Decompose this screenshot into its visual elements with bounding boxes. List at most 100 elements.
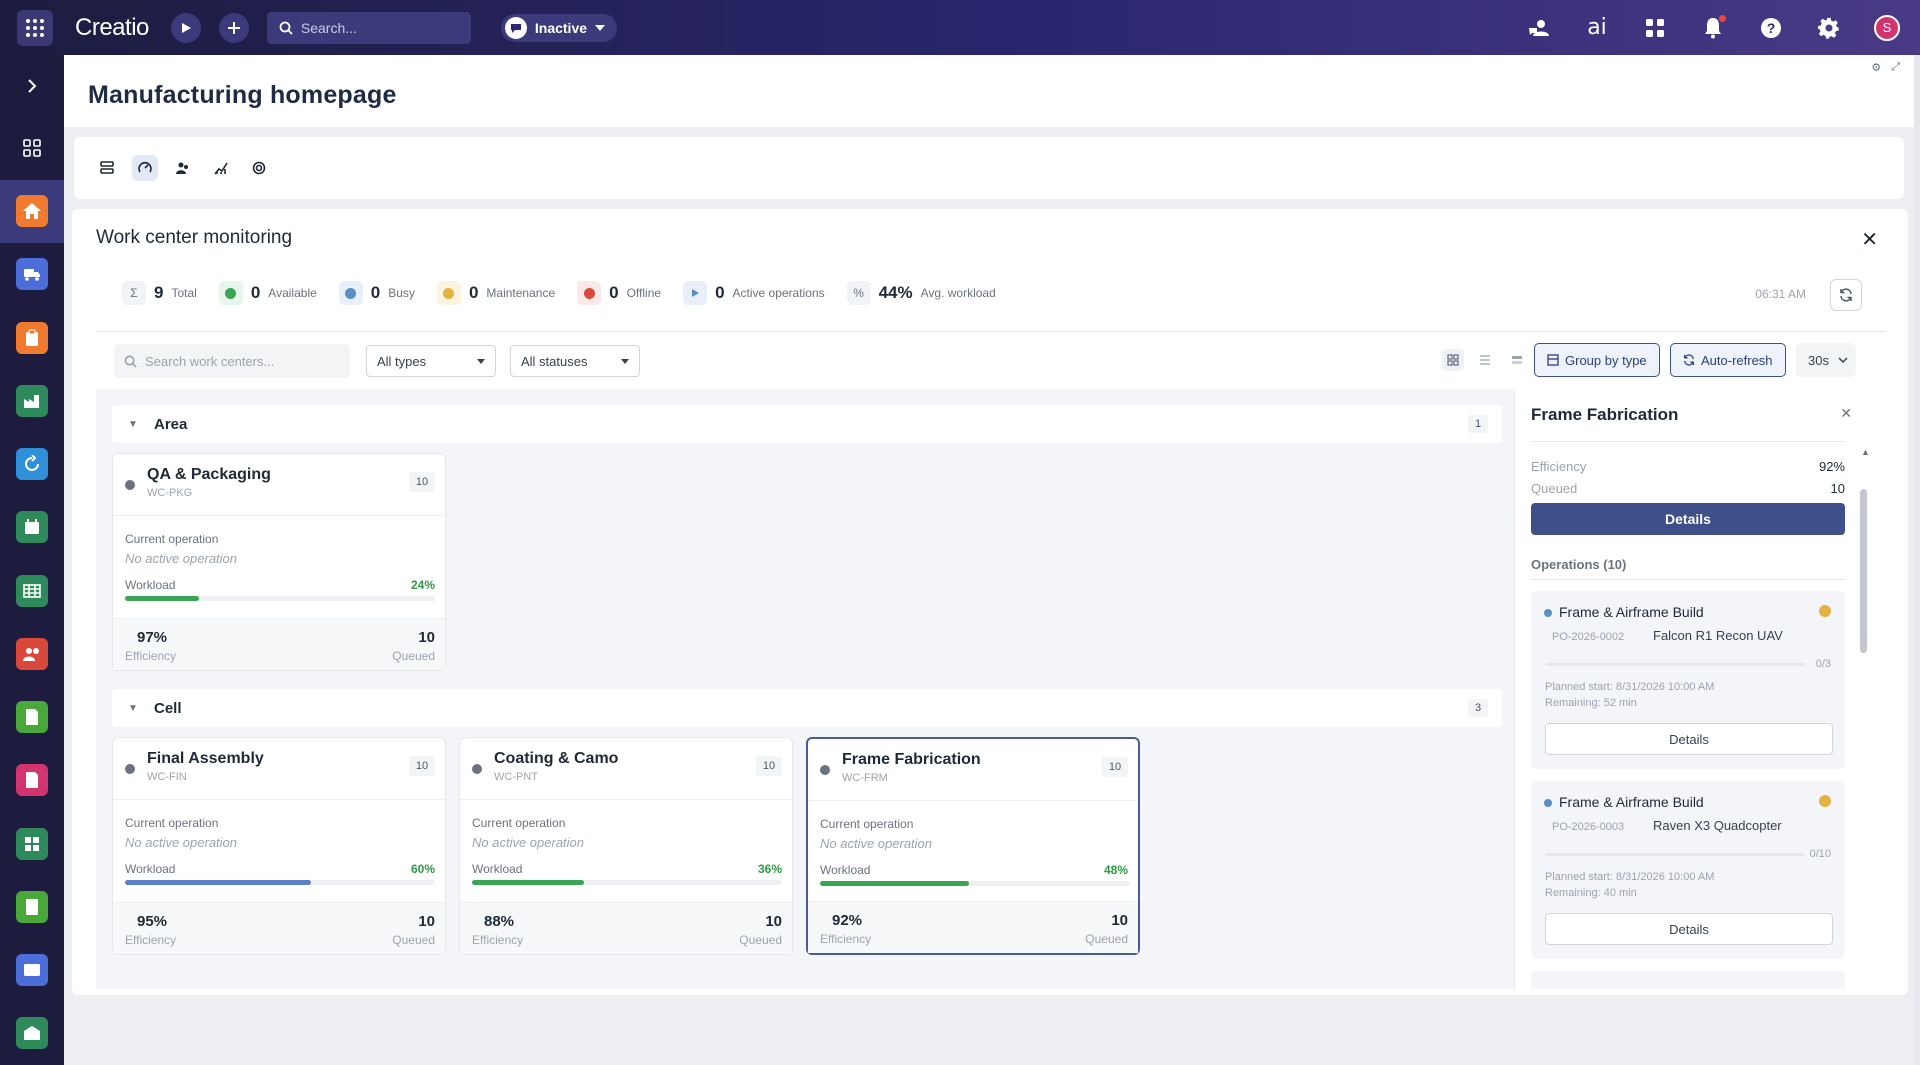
status-select-value: All statuses [521,353,588,369]
refresh-button[interactable] [1830,279,1862,311]
operation-status-dot [1544,609,1552,617]
status-dropdown[interactable]: Inactive [500,13,618,42]
stat-offline: 0 Offline [577,281,661,305]
sidebar-item-app-6[interactable] [0,559,64,622]
work-center-card-final-assembly[interactable]: Final Assembly WC-FIN 10 Current operati… [112,737,446,955]
busy-dot-icon [338,281,363,305]
operation-details-button[interactable]: Details [1545,723,1833,755]
add-button[interactable] [218,12,249,43]
sidebar-item-app-4[interactable] [0,433,64,496]
stat-maintenance: 0 Maintenance [436,281,556,305]
pending-status-icon [1819,795,1831,807]
apps-icon[interactable] [1642,15,1668,41]
refresh-interval-select[interactable]: 30s [1796,343,1856,377]
tool-gauge-icon[interactable] [132,155,158,181]
notification-badge [1719,14,1726,22]
sidebar-item-app-11[interactable] [0,875,64,938]
notifications-bell-icon[interactable] [1700,14,1726,41]
sidebar-item-app-8[interactable] [0,686,64,749]
efficiency-label: Efficiency [472,933,524,947]
operation-card[interactable]: Frame & Airframe Build PO-2026-0002 Falc… [1531,591,1845,769]
global-search[interactable]: Search... [266,11,471,44]
efficiency-value: 97% [137,629,168,646]
workload-percent: 36% [757,862,782,876]
sidebar-item-app-3[interactable] [0,369,64,432]
type-select[interactable]: All types [366,345,496,377]
communication-icon[interactable] [1526,15,1552,41]
detail-queued-value: 10 [1830,481,1845,496]
details-button[interactable]: Details [1531,503,1845,535]
expand-sidebar-button[interactable] [0,55,64,116]
sidebar-item-app-1[interactable] [0,243,64,306]
detail-close-icon[interactable]: ✕ [1840,405,1852,422]
work-center-card-coating-camo[interactable]: Coating & Camo WC-PNT 10 Current operati… [459,737,793,955]
detail-queued-row: Queued 10 [1531,481,1845,496]
page-header: Manufacturing homepage ⚙ ⤢ [64,55,1914,127]
status-select[interactable]: All statuses [510,345,640,377]
expand-icon[interactable]: ⤢ [1891,61,1900,74]
tool-chart-icon[interactable] [208,155,234,181]
run-process-button[interactable] [170,12,201,43]
collapse-chevron-icon[interactable]: ▼ [128,703,148,714]
stat-maintenance-label: Maintenance [486,286,556,300]
sidebar-item-workplace[interactable] [0,116,64,179]
inventory-icon [16,827,48,860]
planned-start: Planned start: 8/31/2026 10:00 AM [1545,681,1715,693]
table-view-icon[interactable] [1506,349,1528,371]
status-dot [820,765,830,775]
operation-details-button[interactable]: Details [1545,913,1833,945]
tool-people-icon[interactable] [170,155,196,181]
ai-icon[interactable]: ai [1584,15,1610,41]
auto-refresh-label: Auto-refresh [1701,352,1773,368]
sidebar-item-app-10[interactable] [0,812,64,875]
collapse-chevron-icon[interactable]: ▼ [128,419,148,430]
current-operation-label: Current operation [472,816,566,830]
auto-refresh-button[interactable]: Auto-refresh [1670,343,1786,377]
home-icon [16,195,48,228]
settings-gear-icon[interactable] [1816,15,1842,41]
work-center-card-frame-fabrication[interactable]: Frame Fabrication WC-FRM 10 Current oper… [806,737,1140,955]
sidebar-item-app-9[interactable] [0,749,64,812]
sidebar-item-app-12[interactable] [0,939,64,1002]
user-avatar[interactable]: S [1874,14,1900,41]
queued-value: 10 [765,913,782,930]
grid-view-icon[interactable] [1442,349,1464,371]
group-by-type-button[interactable]: Group by type [1534,343,1660,377]
operation-card[interactable]: Frame & Airframe Build PO-2026-0003 Rave… [1531,781,1845,959]
report-icon [16,764,48,797]
settings-small-icon[interactable]: ⚙ [1871,61,1881,74]
stat-busy-value: 0 [370,283,381,302]
creatio-logo[interactable]: Creatio [75,14,149,42]
tool-database-icon[interactable] [94,155,120,181]
list-view-icon[interactable] [1474,349,1496,371]
sidebar-item-app-13[interactable] [0,1002,64,1065]
sidebar-item-app-5[interactable] [0,496,64,559]
workload-bar [472,880,782,885]
efficiency-label: Efficiency [125,933,177,947]
warehouse-icon [16,1017,48,1050]
help-icon[interactable]: ? [1758,15,1784,41]
detail-efficiency-row: Efficiency 92% [1531,459,1845,474]
group-header-cell[interactable]: ▼ Cell 3 [112,689,1502,727]
close-icon[interactable]: ✕ [1861,227,1878,252]
document-edit-icon [16,701,48,734]
queued-label: Queued [392,649,435,663]
detail-scrollbar[interactable] [1860,489,1867,653]
scroll-up-icon[interactable]: ▲ [1861,447,1870,457]
operation-name: Frame & Airframe Build [1559,604,1704,620]
workload-bar [125,596,435,601]
tool-target-icon[interactable] [246,155,272,181]
current-operation-value: No active operation [125,551,238,566]
sidebar-item-home[interactable] [0,179,64,243]
stat-avg-label: Avg. workload [920,286,996,300]
app-launcher-icon[interactable] [17,9,53,46]
work-center-card-qa-packaging[interactable]: QA & Packaging WC-PKG 10 Current operati… [112,453,446,671]
sidebar-item-app-2[interactable] [0,306,64,369]
work-center-search-input[interactable]: Search work centers... [114,344,350,378]
sidebar-item-app-7[interactable] [0,622,64,685]
status-dot [472,764,482,774]
view-toggle [1442,349,1528,371]
operation-card[interactable] [1531,971,1845,989]
stat-offline-value: 0 [609,283,619,302]
group-header-area[interactable]: ▼ Area 1 [112,405,1502,443]
